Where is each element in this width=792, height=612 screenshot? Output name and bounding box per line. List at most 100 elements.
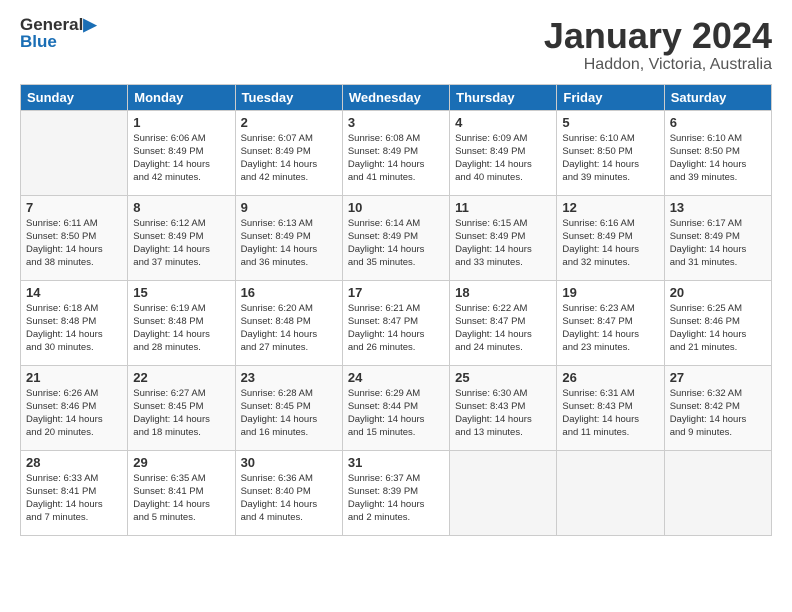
day-info: Sunrise: 6:11 AM Sunset: 8:50 PM Dayligh… — [26, 217, 122, 270]
day-info: Sunrise: 6:31 AM Sunset: 8:43 PM Dayligh… — [562, 387, 658, 440]
calendar-week-row: 1 Sunrise: 6:06 AM Sunset: 8:49 PM Daylig… — [21, 110, 772, 195]
logo-general: General▶ — [20, 16, 96, 33]
day-info: Sunrise: 6:19 AM Sunset: 8:48 PM Dayligh… — [133, 302, 229, 355]
day-number: 10 — [348, 200, 444, 215]
day-number: 29 — [133, 455, 229, 470]
calendar-title: January 2024 — [544, 16, 772, 56]
day-info: Sunrise: 6:26 AM Sunset: 8:46 PM Dayligh… — [26, 387, 122, 440]
calendar-header-row: Sunday Monday Tuesday Wednesday Thursday… — [21, 84, 772, 110]
day-info: Sunrise: 6:35 AM Sunset: 8:41 PM Dayligh… — [133, 472, 229, 525]
day-number: 23 — [241, 370, 337, 385]
day-info: Sunrise: 6:17 AM Sunset: 8:49 PM Dayligh… — [670, 217, 766, 270]
calendar-cell: 23 Sunrise: 6:28 AM Sunset: 8:45 PM Dayli… — [235, 365, 342, 450]
day-number: 3 — [348, 115, 444, 130]
col-tuesday: Tuesday — [235, 84, 342, 110]
day-info: Sunrise: 6:13 AM Sunset: 8:49 PM Dayligh… — [241, 217, 337, 270]
calendar-cell: 27 Sunrise: 6:32 AM Sunset: 8:42 PM Dayli… — [664, 365, 771, 450]
col-monday: Monday — [128, 84, 235, 110]
calendar-cell: 21Sunrise: 6:26 AM Sunset: 8:46 PM Dayli… — [21, 365, 128, 450]
day-info: Sunrise: 6:23 AM Sunset: 8:47 PM Dayligh… — [562, 302, 658, 355]
calendar-cell: 6 Sunrise: 6:10 AM Sunset: 8:50 PM Daylig… — [664, 110, 771, 195]
day-info: Sunrise: 6:15 AM Sunset: 8:49 PM Dayligh… — [455, 217, 551, 270]
day-info: Sunrise: 6:10 AM Sunset: 8:50 PM Dayligh… — [670, 132, 766, 185]
calendar-header: General▶ Blue January 2024 Haddon, Victo… — [20, 16, 772, 74]
day-number: 30 — [241, 455, 337, 470]
day-number: 24 — [348, 370, 444, 385]
day-number: 28 — [26, 455, 122, 470]
calendar-cell: 30 Sunrise: 6:36 AM Sunset: 8:40 PM Dayli… — [235, 450, 342, 535]
day-number: 7 — [26, 200, 122, 215]
day-number: 13 — [670, 200, 766, 215]
day-number: 9 — [241, 200, 337, 215]
day-number: 22 — [133, 370, 229, 385]
calendar-cell: 14 Sunrise: 6:18 AM Sunset: 8:48 PM Dayli… — [21, 280, 128, 365]
day-number: 1 — [133, 115, 229, 130]
calendar-cell: 5 Sunrise: 6:10 AM Sunset: 8:50 PM Daylig… — [557, 110, 664, 195]
day-info: Sunrise: 6:28 AM Sunset: 8:45 PM Dayligh… — [241, 387, 337, 440]
day-number: 17 — [348, 285, 444, 300]
day-info: Sunrise: 6:10 AM Sunset: 8:50 PM Dayligh… — [562, 132, 658, 185]
col-thursday: Thursday — [450, 84, 557, 110]
day-info: Sunrise: 6:08 AM Sunset: 8:49 PM Dayligh… — [348, 132, 444, 185]
calendar-cell: 4 Sunrise: 6:09 AM Sunset: 8:49 PM Daylig… — [450, 110, 557, 195]
col-sunday: Sunday — [21, 84, 128, 110]
day-number: 5 — [562, 115, 658, 130]
calendar-cell: 2Sunrise: 6:07 AM Sunset: 8:49 PM Daylig… — [235, 110, 342, 195]
calendar-cell: 29 Sunrise: 6:35 AM Sunset: 8:41 PM Dayli… — [128, 450, 235, 535]
day-info: Sunrise: 6:22 AM Sunset: 8:47 PM Dayligh… — [455, 302, 551, 355]
day-number: 12 — [562, 200, 658, 215]
day-number: 15 — [133, 285, 229, 300]
day-info: Sunrise: 6:06 AM Sunset: 8:49 PM Dayligh… — [133, 132, 229, 185]
calendar-body: 1 Sunrise: 6:06 AM Sunset: 8:49 PM Daylig… — [21, 110, 772, 535]
calendar-cell — [450, 450, 557, 535]
day-number: 16 — [241, 285, 337, 300]
day-number: 11 — [455, 200, 551, 215]
day-info: Sunrise: 6:29 AM Sunset: 8:44 PM Dayligh… — [348, 387, 444, 440]
calendar-week-row: 7 Sunrise: 6:11 AM Sunset: 8:50 PM Daylig… — [21, 195, 772, 280]
calendar-cell: 18Sunrise: 6:22 AM Sunset: 8:47 PM Dayli… — [450, 280, 557, 365]
calendar-cell: 26 Sunrise: 6:31 AM Sunset: 8:43 PM Dayli… — [557, 365, 664, 450]
day-info: Sunrise: 6:09 AM Sunset: 8:49 PM Dayligh… — [455, 132, 551, 185]
calendar-cell: 12 Sunrise: 6:16 AM Sunset: 8:49 PM Dayli… — [557, 195, 664, 280]
calendar-cell — [21, 110, 128, 195]
day-info: Sunrise: 6:30 AM Sunset: 8:43 PM Dayligh… — [455, 387, 551, 440]
day-number: 19 — [562, 285, 658, 300]
calendar-cell: 28Sunrise: 6:33 AM Sunset: 8:41 PM Dayli… — [21, 450, 128, 535]
day-info: Sunrise: 6:16 AM Sunset: 8:49 PM Dayligh… — [562, 217, 658, 270]
day-info: Sunrise: 6:27 AM Sunset: 8:45 PM Dayligh… — [133, 387, 229, 440]
calendar-table: Sunday Monday Tuesday Wednesday Thursday… — [20, 84, 772, 536]
day-number: 8 — [133, 200, 229, 215]
day-number: 20 — [670, 285, 766, 300]
calendar-page: General▶ Blue January 2024 Haddon, Victo… — [0, 0, 792, 612]
calendar-cell: 13 Sunrise: 6:17 AM Sunset: 8:49 PM Dayli… — [664, 195, 771, 280]
day-number: 14 — [26, 285, 122, 300]
calendar-cell: 16Sunrise: 6:20 AM Sunset: 8:48 PM Dayli… — [235, 280, 342, 365]
day-info: Sunrise: 6:21 AM Sunset: 8:47 PM Dayligh… — [348, 302, 444, 355]
calendar-cell: 15 Sunrise: 6:19 AM Sunset: 8:48 PM Dayli… — [128, 280, 235, 365]
day-info: Sunrise: 6:36 AM Sunset: 8:40 PM Dayligh… — [241, 472, 337, 525]
calendar-subtitle: Haddon, Victoria, Australia — [544, 56, 772, 74]
day-info: Sunrise: 6:07 AM Sunset: 8:49 PM Dayligh… — [241, 132, 337, 185]
calendar-cell: 11 Sunrise: 6:15 AM Sunset: 8:49 PM Dayli… — [450, 195, 557, 280]
calendar-cell: 7 Sunrise: 6:11 AM Sunset: 8:50 PM Daylig… — [21, 195, 128, 280]
calendar-cell: 22 Sunrise: 6:27 AM Sunset: 8:45 PM Dayli… — [128, 365, 235, 450]
calendar-cell — [557, 450, 664, 535]
day-number: 27 — [670, 370, 766, 385]
calendar-week-row: 14 Sunrise: 6:18 AM Sunset: 8:48 PM Dayli… — [21, 280, 772, 365]
col-saturday: Saturday — [664, 84, 771, 110]
day-info: Sunrise: 6:32 AM Sunset: 8:42 PM Dayligh… — [670, 387, 766, 440]
calendar-cell: 8 Sunrise: 6:12 AM Sunset: 8:49 PM Daylig… — [128, 195, 235, 280]
day-number: 6 — [670, 115, 766, 130]
logo: General▶ Blue — [20, 16, 96, 50]
col-friday: Friday — [557, 84, 664, 110]
day-number: 31 — [348, 455, 444, 470]
calendar-cell: 10Sunrise: 6:14 AM Sunset: 8:49 PM Dayli… — [342, 195, 449, 280]
day-info: Sunrise: 6:18 AM Sunset: 8:48 PM Dayligh… — [26, 302, 122, 355]
day-number: 26 — [562, 370, 658, 385]
day-number: 25 — [455, 370, 551, 385]
col-wednesday: Wednesday — [342, 84, 449, 110]
title-area: January 2024 Haddon, Victoria, Australia — [544, 16, 772, 74]
day-number: 4 — [455, 115, 551, 130]
day-info: Sunrise: 6:12 AM Sunset: 8:49 PM Dayligh… — [133, 217, 229, 270]
calendar-cell: 1 Sunrise: 6:06 AM Sunset: 8:49 PM Daylig… — [128, 110, 235, 195]
